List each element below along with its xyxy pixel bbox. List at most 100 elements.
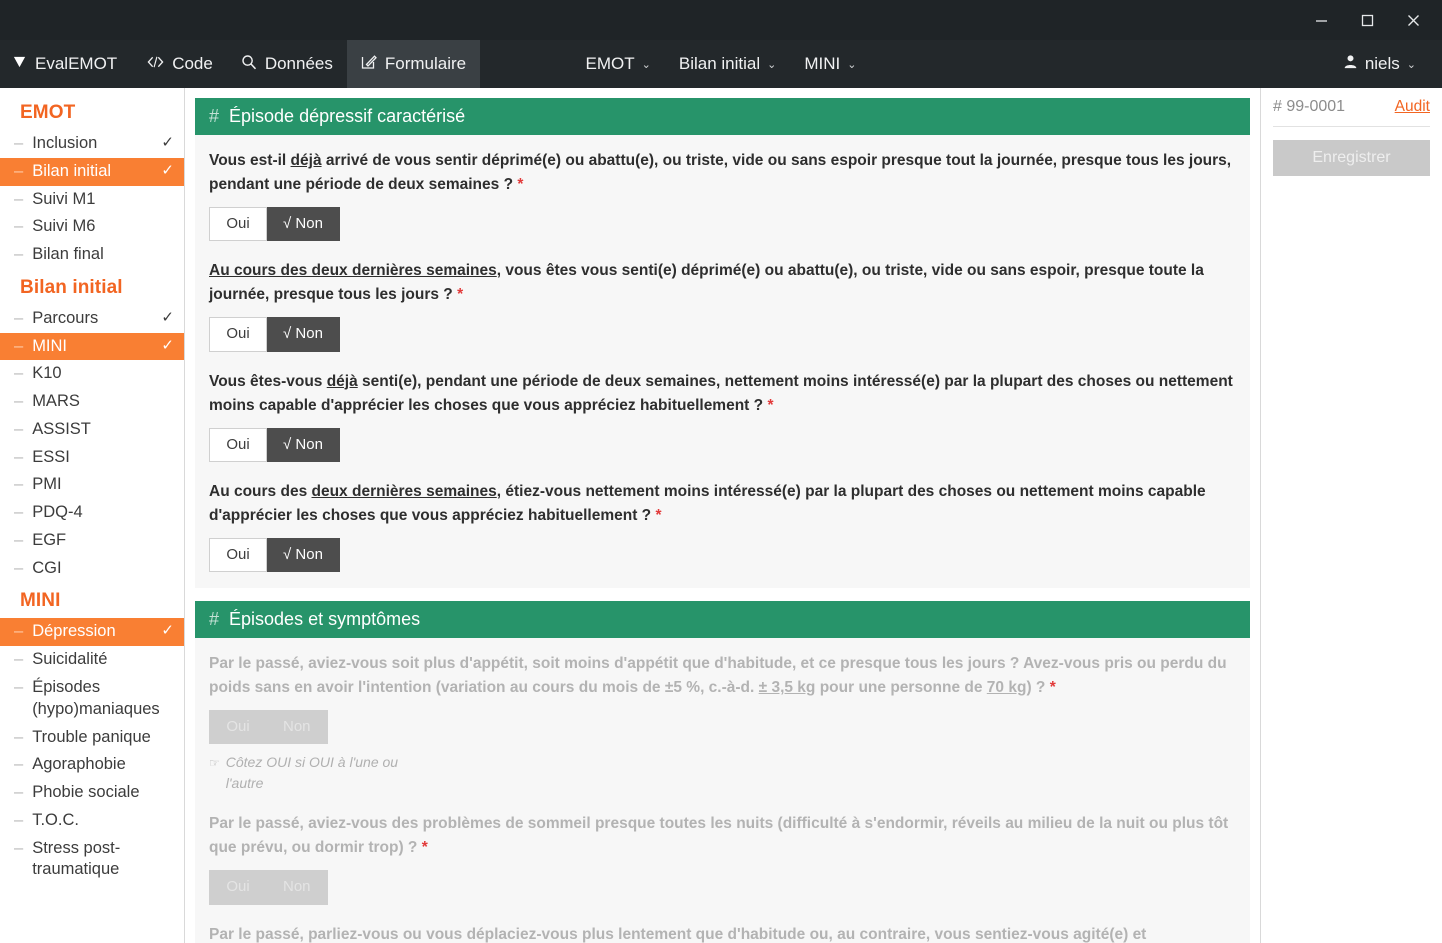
hash-icon: # <box>209 609 220 630</box>
sidebar-item-label: Suivi M1 <box>32 189 96 208</box>
sidebar-item-k10[interactable]: – K10 <box>0 360 184 388</box>
required-marker: * <box>767 396 774 414</box>
sidebar-item-pdq-4[interactable]: – PDQ-4 <box>0 499 184 527</box>
sidebar-group-title: EMOT <box>20 102 76 123</box>
form-question: Au cours des deux dernières semaines, ét… <box>209 480 1236 573</box>
sidebar-item-label: ESSI <box>32 447 70 466</box>
checkmark-icon: ✓ <box>161 622 174 640</box>
nav-item-formulaire[interactable]: Formulaire <box>346 40 481 88</box>
audit-link[interactable]: Audit <box>1395 98 1430 116</box>
checkmark-icon: √ <box>283 215 292 233</box>
question-text: Au cours des deux dernières semaines, vo… <box>209 259 1236 307</box>
sidebar-item-t-o-c[interactable]: – T.O.C. <box>0 807 184 835</box>
sidebar-item-d-pression[interactable]: – Dépression ✓ <box>0 618 184 647</box>
question-text-emphasis: Au cours des deux dernières semaines <box>209 262 497 280</box>
maximize-icon[interactable] <box>1344 0 1390 40</box>
sidebar-item-label: Dépression <box>32 622 116 641</box>
form-main-content: # Épisode dépressif caractérisé Vous est-i… <box>185 88 1260 943</box>
question-text-part: pour une personne de <box>815 679 987 697</box>
required-marker: * <box>457 286 464 304</box>
answer-button-label: Oui <box>226 545 250 563</box>
answer-button-non[interactable]: √ Non <box>267 207 340 242</box>
answer-button-oui[interactable]: Oui <box>209 537 267 573</box>
section-title: Épisode dépressif caractérisé <box>229 106 466 126</box>
nav-item-donnees[interactable]: Données <box>227 40 347 88</box>
sidebar-item-stress-post-traumatique[interactable]: – Stress post-traumatique <box>0 835 184 885</box>
sidebar-item-label: Épisodes (hypo)maniaques <box>32 678 160 718</box>
answer-button-label: Non <box>295 325 323 343</box>
yes-no-toggle-group: Oui Non <box>209 870 328 905</box>
required-marker: * <box>655 506 662 524</box>
question-text: Au cours des deux dernières semaines, ét… <box>209 480 1236 528</box>
answer-button-label: Oui <box>226 325 250 343</box>
sidebar-item-bilan-initial[interactable]: – Bilan initial ✓ <box>0 157 184 186</box>
answer-button-label: Non <box>295 215 323 233</box>
dash-icon: – <box>14 503 24 522</box>
sidebar-item-pisodes-hypo-maniaques[interactable]: – Épisodes (hypo)maniaques <box>0 674 184 724</box>
breadcrumb-mini[interactable]: MINI ⌄ <box>790 54 870 74</box>
dash-icon: – <box>14 419 24 438</box>
question-text-part: Au cours des <box>209 482 312 500</box>
sidebar-item-suivi-m1[interactable]: – Suivi M1 <box>0 186 184 214</box>
sidebar-item-mini[interactable]: – MINI ✓ <box>0 332 184 361</box>
dash-icon: – <box>14 364 24 383</box>
dash-icon: – <box>14 308 24 327</box>
question-text-part: Vous êtes-vous <box>209 372 327 390</box>
sidebar-item-egf[interactable]: – EGF <box>0 527 184 555</box>
dash-icon: – <box>14 622 24 641</box>
breadcrumb-bilan-initial[interactable]: Bilan initial ⌄ <box>665 54 790 74</box>
sidebar-item-label: Bilan initial <box>32 161 112 180</box>
sidebar-item-cgi[interactable]: – CGI <box>0 555 184 583</box>
answer-button-label: Oui <box>226 215 250 233</box>
checkmark-icon: ✓ <box>161 336 174 354</box>
answer-button-non[interactable]: √ Non <box>267 317 340 352</box>
save-button[interactable]: Enregistrer <box>1273 140 1430 176</box>
section-header: # Épisode dépressif caractérisé <box>195 98 1250 135</box>
sidebar-item-suicidalit[interactable]: – Suicidalité <box>0 646 184 674</box>
close-icon[interactable] <box>1390 0 1436 40</box>
question-text: Vous est-il déjà arrivé de vous sentir d… <box>209 149 1236 197</box>
sidebar-item-pmi[interactable]: – PMI <box>0 471 184 499</box>
answer-button-oui[interactable]: Oui <box>209 207 267 242</box>
app-body: EMOT – Inclusion ✓ – Bilan initial ✓ – Suivi M1–… <box>0 88 1442 943</box>
user-menu[interactable]: niels ⌄ <box>1329 54 1430 74</box>
search-icon <box>241 54 257 75</box>
sidebar-item-bilan-final[interactable]: – Bilan final <box>0 241 184 269</box>
sidebar-item-label: T.O.C. <box>32 810 79 829</box>
sidebar-item-phobie-sociale[interactable]: – Phobie sociale <box>0 779 184 807</box>
answer-button-non[interactable]: √ Non <box>267 427 340 462</box>
sidebar-item-label: Bilan final <box>32 245 104 264</box>
answer-button-oui[interactable]: Oui <box>209 317 267 352</box>
sidebar-item-mars[interactable]: – MARS <box>0 388 184 416</box>
minimize-icon[interactable] <box>1298 0 1344 40</box>
sidebar-item-agoraphobie[interactable]: – Agoraphobie <box>0 751 184 779</box>
sidebar-item-label: Inclusion <box>32 134 98 152</box>
sidebar-item-suivi-m6[interactable]: – Suivi M6 <box>0 213 184 241</box>
question-text-part: arrivé de vous sentir déprimé(e) ou abat… <box>209 152 1232 194</box>
sidebar-item-inclusion[interactable]: – Inclusion ✓ <box>0 130 184 158</box>
sidebar-group-title: MINI <box>20 590 61 612</box>
section-header: # Épisodes et symptômes <box>195 601 1250 639</box>
answer-button-non[interactable]: √ Non <box>267 537 340 573</box>
yes-no-toggle-group: Oui √ Non <box>209 207 340 242</box>
breadcrumb-emot[interactable]: EMOT ⌄ <box>572 54 665 74</box>
sidebar-item-assist[interactable]: – ASSIST <box>0 416 184 444</box>
sidebar-item-parcours[interactable]: – Parcours ✓ <box>0 305 184 333</box>
sidebar-item-label: Stress post-traumatique <box>32 838 121 879</box>
window-titlebar <box>0 0 1442 40</box>
breadcrumb-mini-label: MINI <box>804 54 841 73</box>
sidebar-item-label: Phobie sociale <box>32 783 140 802</box>
navbar-left: EvalEMOT Code Données Formulaire <box>0 40 481 88</box>
nav-item-code[interactable]: Code <box>133 40 227 88</box>
question-text-part: senti(e), pendant une période de deux se… <box>209 372 1233 414</box>
form-question: Au cours des deux dernières semaines, vo… <box>209 259 1236 352</box>
required-marker: * <box>517 176 524 194</box>
sidebar-item-essi[interactable]: – ESSI <box>0 444 184 472</box>
app-brand[interactable]: EvalEMOT <box>0 40 133 88</box>
sidebar-item-trouble-panique[interactable]: – Trouble panique <box>0 724 184 752</box>
required-marker: * <box>1049 679 1056 697</box>
form-question: Par le passé, aviez-vous des problèmes d… <box>209 812 1236 905</box>
answer-button-oui[interactable]: Oui <box>209 427 267 462</box>
dash-icon: – <box>14 727 24 746</box>
question-hint-text: Côtez OUI si OUI à l'une ou l'autre <box>225 754 399 792</box>
